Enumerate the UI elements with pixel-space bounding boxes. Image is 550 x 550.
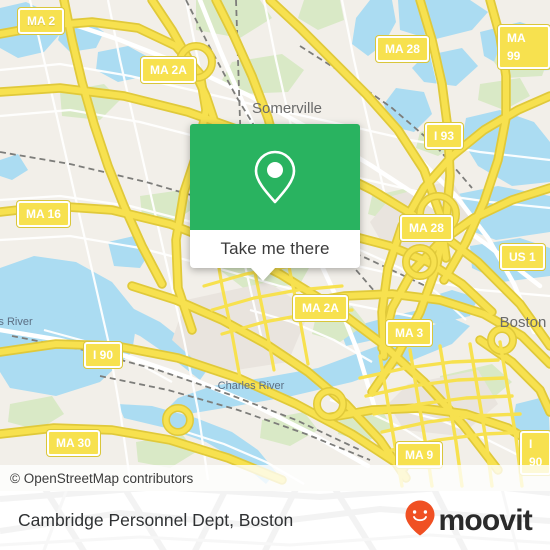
highway-shield-ma-28-top[interactable]: MA 28 (376, 36, 429, 62)
moovit-smiley-pin-icon (405, 500, 435, 541)
highway-shield-ma-16[interactable]: MA 16 (17, 201, 70, 227)
take-me-there-label: Take me there (220, 239, 330, 258)
highway-shield-ma-99[interactable]: MA 99 (498, 25, 550, 69)
highway-shield-ma-2[interactable]: MA 2 (18, 8, 65, 34)
highway-shield-us-1[interactable]: US 1 (500, 244, 545, 270)
map-pin-icon (252, 149, 298, 205)
highway-shield-i-93[interactable]: I 93 (425, 123, 464, 149)
moovit-wordmark: moovit (438, 503, 532, 537)
map-label-charles-river-edge: Charles River (0, 316, 33, 328)
moovit-logo[interactable]: moovit (405, 500, 533, 541)
callout-image-panel (190, 124, 360, 230)
highway-shield-ma-3[interactable]: MA 3 (386, 320, 433, 346)
footer-content: Cambridge Personnel Dept, Boston moovit (0, 491, 550, 550)
map-attribution[interactable]: © OpenStreetMap contributors (0, 465, 550, 491)
take-me-there-button[interactable]: Take me there (190, 230, 360, 268)
footer-bar: Cambridge Personnel Dept, Boston moovit (0, 491, 550, 550)
map-canvas[interactable]: Somerville Boston Charles River Charles … (0, 0, 550, 491)
highway-shield-i-90-left[interactable]: I 90 (84, 342, 123, 368)
attribution-text: © OpenStreetMap contributors (10, 470, 194, 486)
place-callout[interactable]: Take me there (190, 124, 360, 281)
map-label-boston: Boston (500, 314, 547, 331)
moovit-place-card: Somerville Boston Charles River Charles … (0, 0, 550, 550)
highway-shield-ma-2a-top[interactable]: MA 2A (141, 57, 196, 83)
highway-shield-ma-2a-mid[interactable]: MA 2A (293, 295, 348, 321)
map-label-somerville: Somerville (252, 100, 322, 117)
highway-shield-ma-30[interactable]: MA 30 (47, 430, 100, 456)
callout-pointer-tail (250, 267, 276, 281)
highway-shield-ma-28-mid[interactable]: MA 28 (400, 215, 453, 241)
place-title: Cambridge Personnel Dept, Boston (18, 510, 294, 530)
map-label-charles-river: Charles River (218, 380, 285, 392)
